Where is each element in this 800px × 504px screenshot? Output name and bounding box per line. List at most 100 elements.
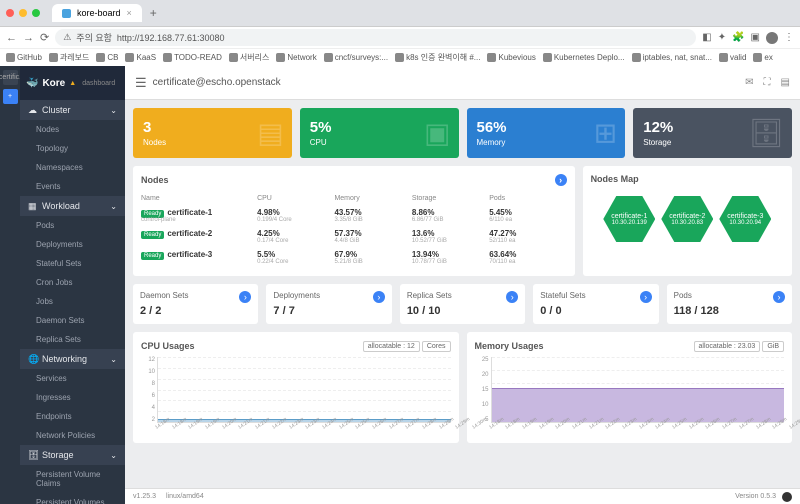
- close-window[interactable]: [6, 9, 14, 17]
- breadcrumb: certificate@escho.openstack: [153, 77, 281, 88]
- menu-item[interactable]: Deployments: [20, 235, 125, 254]
- forward-button[interactable]: →: [23, 32, 34, 44]
- summary-card-cpu[interactable]: 5%CPU▣: [300, 108, 459, 158]
- bookmark-item[interactable]: Kubevious: [487, 53, 535, 62]
- menu-item[interactable]: Persistent Volume Claims: [20, 465, 125, 493]
- menu-item[interactable]: Nodes: [20, 120, 125, 139]
- logo[interactable]: 🐳 Kore ▲ dashboard: [20, 66, 125, 100]
- chart-plot: 252015105 14:18m14:18m14:19m14:19m14:20m…: [475, 357, 785, 435]
- bookmark-item[interactable]: iptables, nat, snat...: [632, 53, 712, 62]
- stat-expand-button[interactable]: ›: [773, 291, 785, 303]
- bookmark-item[interactable]: CB: [96, 53, 118, 62]
- bookmark-item[interactable]: TODO-READ: [163, 53, 222, 62]
- favicon: [62, 9, 71, 18]
- y-axis: 252015105: [475, 357, 489, 423]
- ext-icon[interactable]: ▣: [751, 32, 760, 44]
- node-hex[interactable]: certificate-210.30.20.83: [661, 196, 713, 242]
- chart-panel: CPU Usagesallocatable : 12Cores 12108642…: [133, 332, 459, 443]
- stat-card[interactable]: Pods›118 / 128: [667, 284, 792, 324]
- bookmark-item[interactable]: GitHub: [6, 53, 42, 62]
- avatar-icon[interactable]: [766, 32, 778, 44]
- bookmark-icon: [487, 53, 496, 62]
- ext-icon[interactable]: 🧩: [732, 32, 744, 44]
- stat-card[interactable]: Deployments›7 / 7: [266, 284, 391, 324]
- ext-icon[interactable]: ◧: [702, 32, 711, 44]
- bookmark-item[interactable]: k8s 인증 완벽이해 #...: [395, 52, 480, 63]
- ext-icon[interactable]: ✦: [718, 32, 726, 44]
- stat-expand-button[interactable]: ›: [239, 291, 251, 303]
- nodes-expand-button[interactable]: ›: [555, 174, 567, 186]
- back-button[interactable]: ←: [6, 32, 17, 44]
- menu-item[interactable]: Events: [20, 177, 125, 196]
- stat-expand-button[interactable]: ›: [506, 291, 518, 303]
- cluster-icon: ☁: [28, 105, 38, 115]
- rail-certificate[interactable]: certific.: [3, 70, 18, 85]
- new-tab-button[interactable]: +: [150, 6, 157, 20]
- x-axis: 14:18m14:18m14:19m14:19m14:20m14:21m14:2…: [491, 425, 785, 435]
- terminal-icon[interactable]: ▤: [781, 77, 790, 88]
- bookmark-item[interactable]: 과레보드: [49, 52, 89, 63]
- summary-card-memory[interactable]: 56%Memory⊞: [467, 108, 626, 158]
- node-hex[interactable]: certificate-110.30.20.139: [603, 196, 655, 242]
- stat-card[interactable]: Stateful Sets›0 / 0: [533, 284, 658, 324]
- github-icon[interactable]: [782, 492, 792, 502]
- menu-item[interactable]: Cron Jobs: [20, 273, 125, 292]
- menu-item[interactable]: Persistent Volumes: [20, 493, 125, 504]
- summary-card-storage[interactable]: 12%Storage🗄: [633, 108, 792, 158]
- menu-item[interactable]: Endpoints: [20, 407, 125, 426]
- node-name: certificate-2: [167, 229, 212, 238]
- bookmark-icon: [543, 53, 552, 62]
- browser-tab-strip: kore-board × +: [0, 0, 800, 26]
- whale-icon: 🐳: [26, 78, 38, 89]
- bookmark-icon: [276, 53, 285, 62]
- menu-item[interactable]: Stateful Sets: [20, 254, 125, 273]
- reload-button[interactable]: ⟳: [40, 31, 49, 44]
- stat-expand-button[interactable]: ›: [373, 291, 385, 303]
- table-row[interactable]: Readycertificate-2 4.25%0.17/4 Core 57.3…: [141, 226, 567, 247]
- url-warning-label: 주의 요함: [76, 31, 112, 44]
- chevron-down-icon: ⌄: [110, 106, 117, 115]
- url-input[interactable]: ⚠ 주의 요함 http://192.168.77.61:30080: [55, 29, 696, 46]
- stat-card[interactable]: Daemon Sets›2 / 2: [133, 284, 258, 324]
- menu-item[interactable]: Pods: [20, 216, 125, 235]
- menu-header-cluster[interactable]: ☁Cluster⌄: [20, 100, 125, 120]
- browser-tab[interactable]: kore-board ×: [52, 4, 142, 22]
- bookmark-icon: [6, 53, 15, 62]
- menu-item[interactable]: Daemon Sets: [20, 311, 125, 330]
- bookmark-item[interactable]: cncf/surveys:...: [324, 53, 388, 62]
- menu-item[interactable]: Ingresses: [20, 388, 125, 407]
- expand-icon[interactable]: ⛶: [764, 77, 771, 88]
- table-row[interactable]: Readycertificate-1control-plane 4.98%0.1…: [141, 205, 567, 226]
- summary-card-nodes[interactable]: 3Nodes▤: [133, 108, 292, 158]
- minimize-window[interactable]: [19, 9, 27, 17]
- workload-icon: ▦: [28, 201, 38, 211]
- table-header: Pods: [489, 195, 566, 202]
- stat-expand-button[interactable]: ›: [640, 291, 652, 303]
- bookmark-icon: [125, 53, 134, 62]
- bookmark-item[interactable]: Network: [276, 53, 316, 62]
- close-tab-icon[interactable]: ×: [127, 8, 132, 18]
- rail-add-button[interactable]: +: [3, 89, 18, 104]
- hamburger-icon[interactable]: ☰: [135, 75, 147, 91]
- mail-icon[interactable]: ✉: [745, 77, 753, 88]
- bookmark-item[interactable]: ex: [753, 53, 772, 62]
- menu-item[interactable]: Replica Sets: [20, 330, 125, 349]
- node-hex[interactable]: certificate-310.30.20.94: [719, 196, 771, 242]
- bookmark-item[interactable]: Kubernetes Deplo...: [543, 53, 625, 62]
- stat-card[interactable]: Replica Sets›10 / 10: [400, 284, 525, 324]
- menu-header-storage[interactable]: 🗄Storage⌄: [20, 445, 125, 465]
- menu-item[interactable]: Network Policies: [20, 426, 125, 445]
- bookmark-item[interactable]: KaaS: [125, 53, 156, 62]
- menu-item[interactable]: Services: [20, 369, 125, 388]
- menu-item[interactable]: Jobs: [20, 292, 125, 311]
- menu-header-workload[interactable]: ▦Workload⌄: [20, 196, 125, 216]
- menu-item[interactable]: Topology: [20, 139, 125, 158]
- menu-item[interactable]: Namespaces: [20, 158, 125, 177]
- table-row[interactable]: Readycertificate-3 5.5%0.22/4 Core 67.9%…: [141, 247, 567, 268]
- bookmark-item[interactable]: valid: [719, 53, 746, 62]
- maximize-window[interactable]: [32, 9, 40, 17]
- menu-icon[interactable]: ⋮: [784, 32, 794, 44]
- bookmark-item[interactable]: 서버리스: [229, 52, 269, 63]
- node-name: certificate-1: [167, 208, 212, 217]
- menu-header-networking[interactable]: 🌐Networking⌄: [20, 349, 125, 369]
